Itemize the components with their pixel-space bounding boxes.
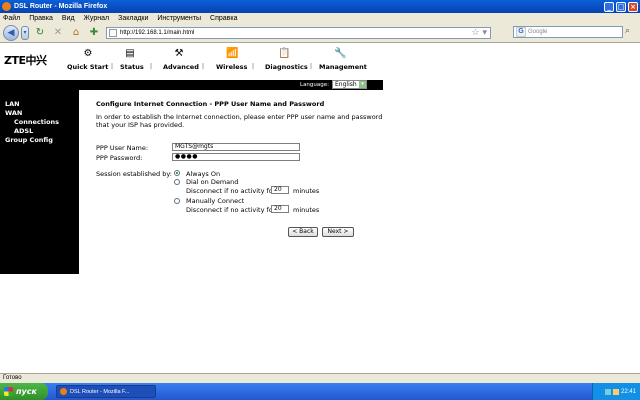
always-on-label: Always On [186,170,221,178]
search-input[interactable]: G Google [513,26,623,38]
language-label: Language: [300,82,329,88]
window-title: DSL Router - Mozilla Firefox [14,3,108,10]
sidebar-item-adsl[interactable]: ADSL [14,127,33,135]
menu-view[interactable]: Вид [62,15,75,22]
forward-dropdown-icon[interactable]: ▾ [21,25,29,40]
sidebar-item-connections[interactable]: Connections [14,118,59,126]
url-bar[interactable]: http://192.168.1.1/main.html ☆ ▾ [106,26,491,39]
username-input[interactable]: MGTS@mgts [172,143,300,151]
session-label: Session established by: [96,170,172,178]
chevron-down-icon[interactable]: ▾ [359,81,366,88]
taskbar-item-firefox[interactable]: DSL Router - Mozilla F... [56,385,156,398]
start-label: пуск [16,387,37,396]
status-text: Готово [3,375,22,381]
header-spacer [79,43,383,80]
status-bar: Готово [0,373,640,383]
start-button[interactable]: пуск [0,383,48,400]
manual-timeout-label: Disconnect if no activity for [186,206,276,214]
minimize-button[interactable]: _ [604,1,614,12]
system-tray: 22:41 [592,383,640,400]
bookmark-add-icon[interactable]: ✚ [88,27,100,39]
search-go-icon[interactable]: ⌕ [625,26,630,36]
volume-tray-icon[interactable] [612,388,619,395]
radio-dial-on-demand[interactable] [174,179,180,185]
firefox-task-icon [60,388,67,395]
back-page-button[interactable]: < Back [288,227,318,237]
page-icon [109,28,117,37]
menu-edit[interactable]: Правка [29,15,53,22]
sidebar: LAN WAN Connections ADSL Group Config [0,90,79,274]
intro-text: In order to establish the Internet conne… [96,113,383,129]
windows-flag-icon [4,387,13,396]
demand-minutes-label: minutes [293,187,320,195]
radio-manually-connect[interactable] [174,198,180,204]
password-input[interactable]: ●●●● [172,153,300,161]
next-page-button[interactable]: Next > [322,227,354,237]
page-title: Configure Internet Connection - PPP User… [96,100,325,108]
web-page: ZTE中兴 ⚙ Quick Start | ▤ Status | ⚒ Advan… [0,43,640,373]
search-placeholder: Google [528,29,548,35]
manual-timeout-input[interactable]: 20 [271,205,289,213]
back-button[interactable]: ◀ [3,24,19,41]
radio-always-on[interactable] [174,170,180,176]
firefox-icon [2,2,11,11]
language-value: English [335,81,357,88]
stop-icon[interactable]: ✕ [52,27,64,39]
sidebar-item-lan[interactable]: LAN [5,100,20,108]
task-label: DSL Router - Mozilla F... [70,388,130,395]
dial-on-demand-label: Dial on Demand [186,178,239,186]
main-content: Configure Internet Connection - PPP User… [96,100,386,237]
demand-timeout-input[interactable]: 20 [271,186,289,194]
clock: 22:41 [620,388,636,395]
taskbar: пуск DSL Router - Mozilla F... 22:41 [0,383,640,400]
bookmark-star-icon[interactable]: ☆ [471,27,479,38]
password-label: PPP Password: [96,154,143,162]
home-icon[interactable]: ⌂ [70,27,82,39]
zte-logo: ZTE中兴 [4,54,47,67]
menu-file[interactable]: Файл [3,15,20,22]
url-text: http://192.168.1.1/main.html [120,29,195,36]
manual-minutes-label: minutes [293,206,320,214]
reload-icon[interactable]: ↻ [34,27,46,39]
menu-help[interactable]: Справка [210,15,237,22]
google-icon[interactable]: G [516,27,526,37]
menu-bookmarks[interactable]: Закладки [118,15,148,22]
menu-tools[interactable]: Инструменты [157,15,201,22]
maximize-button[interactable]: □ [616,1,626,12]
language-select[interactable]: English ▾ [332,80,367,89]
sidebar-top [0,80,79,90]
username-label: PPP User Name: [96,144,149,152]
window-titlebar: DSL Router - Mozilla Firefox _ □ × [0,0,640,13]
manually-connect-label: Manually Connect [186,197,245,205]
network-tray-icon[interactable] [604,388,611,395]
menu-history[interactable]: Журнал [84,15,110,22]
sidebar-item-wan[interactable]: WAN [5,109,22,117]
url-dropdown-icon[interactable]: ▾ [482,27,487,38]
menu-bar: Файл Правка Вид Журнал Закладки Инструме… [0,13,640,23]
sidebar-item-group-config[interactable]: Group Config [5,136,53,144]
close-button[interactable]: × [628,1,638,12]
demand-timeout-label: Disconnect if no activity for [186,187,276,195]
